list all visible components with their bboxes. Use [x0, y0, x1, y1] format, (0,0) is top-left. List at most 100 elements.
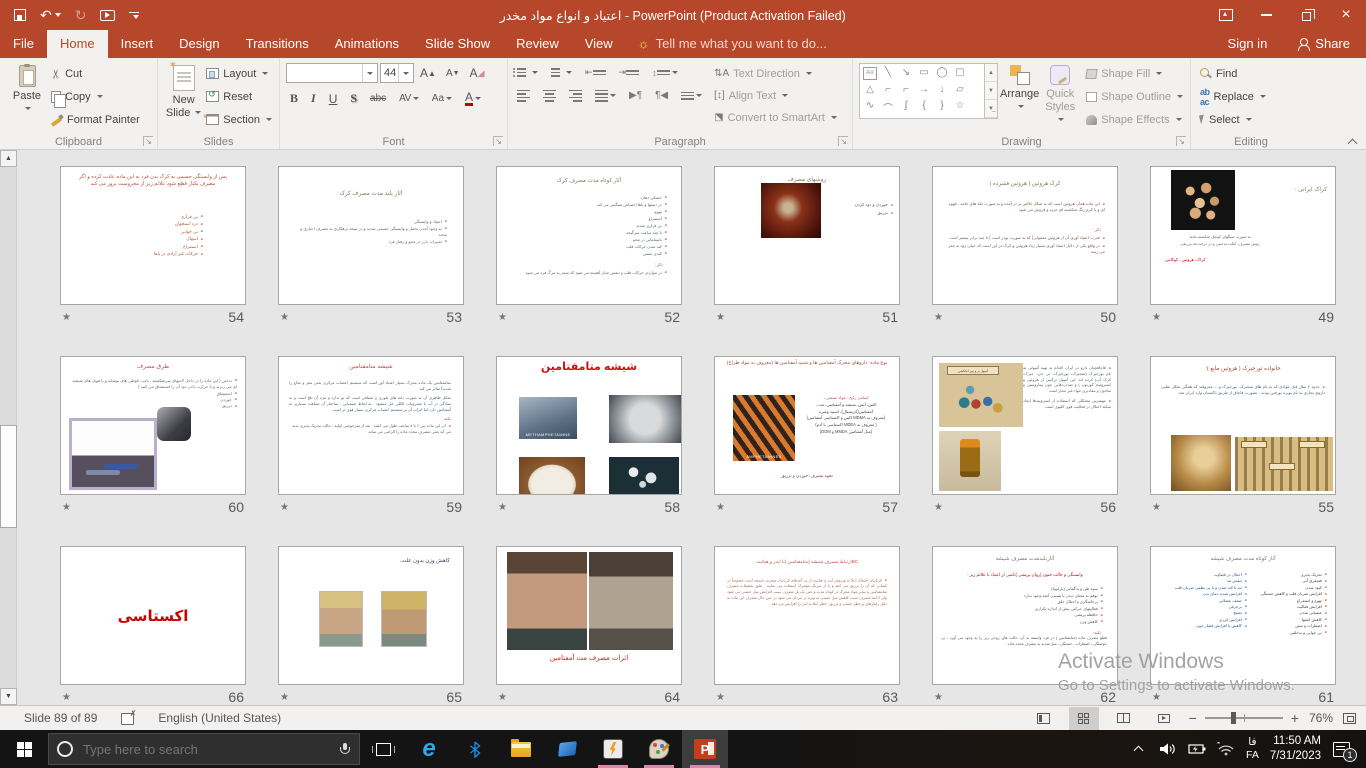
- shape-oval-icon[interactable]: ◯: [935, 67, 949, 80]
- convert-to-smartart-button[interactable]: ⬔Convert to SmartArt: [711, 107, 840, 128]
- slide-thumbnail-65[interactable]: کاهش وزن بدون علت.: [278, 546, 464, 685]
- increase-indent-button[interactable]: ⇥: [616, 65, 643, 80]
- scroll-up-button[interactable]: ▲: [0, 150, 17, 167]
- tab-review[interactable]: Review: [503, 30, 572, 58]
- tab-insert[interactable]: Insert: [108, 30, 167, 58]
- align-left-button[interactable]: [514, 88, 533, 104]
- tab-animations[interactable]: Animations: [322, 30, 412, 58]
- shape-left-brace-icon[interactable]: {: [917, 100, 931, 115]
- slide-thumbnail-61[interactable]: آثار کوتاه مدت مصرف شیشه تحریک پذیریقشقر…: [1150, 546, 1336, 685]
- tab-view[interactable]: View: [572, 30, 626, 58]
- clock[interactable]: 11:50 AM 7/31/2023: [1270, 734, 1321, 764]
- new-slide-button[interactable]: New Slide: [164, 63, 203, 119]
- rtl-direction-button[interactable]: ¶◀: [652, 88, 671, 103]
- paste-button[interactable]: Paste: [6, 63, 48, 115]
- redo-button[interactable]: ↻: [75, 7, 87, 24]
- arrange-button[interactable]: Arrange: [998, 63, 1041, 113]
- spell-check-icon[interactable]: [121, 712, 134, 724]
- italic-button[interactable]: I: [307, 89, 320, 108]
- quick-styles-button[interactable]: Quick Styles: [1041, 63, 1079, 126]
- clear-formatting-button[interactable]: A◢: [466, 64, 489, 82]
- slide-thumbnail-53[interactable]: آثار بلند مدت مصرف کرک اعتیاد و وابستگیب…: [278, 166, 464, 305]
- shape-scribble-icon[interactable]: ∿: [863, 100, 877, 115]
- shape-arc-icon[interactable]: ⌒: [881, 100, 895, 115]
- volume-button[interactable]: [1159, 742, 1177, 756]
- select-button[interactable]: Select: [1197, 109, 1269, 130]
- fit-slide-to-window-button[interactable]: [1343, 713, 1356, 724]
- scroll-down-button[interactable]: ▼: [0, 688, 17, 705]
- slide-thumbnail-64[interactable]: اثرات مصرف مت آمفتامین: [496, 546, 682, 685]
- search-input[interactable]: [81, 741, 332, 758]
- shapes-gallery[interactable]: A≡ ╲ ↘ ▭ ◯ ▢ △ ⌐ ⌐ → ↓ ▱ ∿ ⌒ ∫ { }: [859, 63, 985, 119]
- ltr-direction-button[interactable]: ▶¶: [626, 88, 645, 103]
- undo-button[interactable]: ↶: [40, 7, 61, 24]
- ribbon-display-options-button[interactable]: [1206, 0, 1246, 30]
- edge-taskbar-button[interactable]: e: [406, 730, 452, 768]
- file-explorer-taskbar-button[interactable]: [498, 730, 544, 768]
- shape-elbow-arrow-icon[interactable]: ⌐: [899, 84, 913, 95]
- align-center-button[interactable]: [540, 88, 559, 104]
- slide-thumbnail-56[interactable]: آمپول پر و نور انجکشن قاچاقچیان دارو در …: [932, 356, 1118, 495]
- sign-in-button[interactable]: Sign in: [1214, 30, 1282, 58]
- columns-button[interactable]: [678, 90, 705, 102]
- character-spacing-button[interactable]: AV: [395, 91, 423, 106]
- taskbar-search-box[interactable]: [48, 733, 360, 765]
- bluetooth-taskbar-button[interactable]: [452, 730, 498, 768]
- powerpoint-taskbar-button[interactable]: P: [682, 730, 728, 768]
- zoom-slider[interactable]: [1205, 717, 1283, 719]
- paragraph-dialog-launcher[interactable]: ↘: [838, 136, 848, 146]
- shape-down-arrow-icon[interactable]: ↓: [935, 84, 949, 95]
- shape-arrow-icon[interactable]: ↘: [899, 67, 913, 80]
- task-view-button[interactable]: [360, 730, 406, 768]
- shape-textbox-icon[interactable]: A≡: [863, 67, 877, 80]
- slide-thumbnail-54[interactable]: پس از وابستگی جسمی به کرک بدن فرد به این…: [60, 166, 246, 305]
- shapes-more-button[interactable]: ▼̲: [985, 100, 997, 118]
- tab-transitions[interactable]: Transitions: [233, 30, 322, 58]
- find-button[interactable]: Find: [1197, 63, 1269, 84]
- restore-button[interactable]: [1286, 0, 1326, 30]
- normal-view-button[interactable]: [1029, 707, 1059, 730]
- slide-counter[interactable]: Slide 89 of 89: [24, 711, 97, 725]
- scrollbar-thumb[interactable]: [0, 425, 17, 528]
- slide-thumbnail-55[interactable]: خانواده تورجیزک ( هروئین مایع ): حدود ۴ …: [1150, 356, 1336, 495]
- reading-view-button[interactable]: [1109, 707, 1139, 730]
- zoom-out-button[interactable]: −: [1189, 710, 1197, 726]
- winamp-taskbar-button[interactable]: [590, 730, 636, 768]
- tray-expand-button[interactable]: [1130, 745, 1148, 753]
- align-right-button[interactable]: [566, 88, 585, 104]
- zoom-in-button[interactable]: +: [1291, 710, 1299, 726]
- microphone-icon[interactable]: [340, 743, 349, 756]
- shape-rectangle-icon[interactable]: ▭: [917, 67, 931, 80]
- format-painter-button[interactable]: Format Painter: [48, 109, 143, 130]
- tab-slideshow[interactable]: Slide Show: [412, 30, 503, 58]
- slide-thumbnail-58[interactable]: شیشه متامفتامین METHAMPHETAMINE: [496, 356, 682, 495]
- font-name-combo[interactable]: [286, 63, 378, 83]
- shape-corner-icon[interactable]: ▱: [953, 84, 967, 95]
- tell-me-box[interactable]: ☼Tell me what you want to do...: [626, 30, 839, 58]
- zoom-percentage[interactable]: 76%: [1309, 711, 1333, 725]
- shapes-scroll-down-button[interactable]: ▼: [985, 82, 997, 100]
- shape-outline-button[interactable]: Shape Outline: [1083, 86, 1186, 107]
- drawing-dialog-launcher[interactable]: ↘: [1176, 136, 1186, 146]
- shape-line-icon[interactable]: ╲: [881, 67, 895, 80]
- slide-thumbnail-62[interactable]: آثاربلندمدت مصرف شیشه وابستگی و حالت جنو…: [932, 546, 1118, 685]
- shape-curve-icon[interactable]: ∫: [899, 100, 913, 115]
- text-direction-button[interactable]: ⇅AText Direction: [711, 63, 840, 84]
- replace-button[interactable]: abacReplace: [1197, 86, 1269, 107]
- shape-star-icon[interactable]: ☆: [953, 100, 967, 115]
- shapes-scroll-up-button[interactable]: ▲: [985, 64, 997, 82]
- slide-thumbnail-50[interactable]: کرک هروئین ( هروئین فشرده ) این ماده هما…: [932, 166, 1118, 305]
- slide-thumbnail-60[interactable]: طرق مصرف تدخین ( این ماده را در داخل لام…: [60, 356, 246, 495]
- decrease-indent-button[interactable]: ⇤: [582, 65, 609, 80]
- font-size-combo[interactable]: 44: [380, 63, 414, 83]
- slide-thumbnail-52[interactable]: آثار کوتاه مدت مصرف کرک خشکی دهاندر دسته…: [496, 166, 682, 305]
- clipboard-dialog-launcher[interactable]: ↘: [143, 136, 153, 146]
- justify-button[interactable]: [592, 88, 619, 104]
- slide-thumbnail-63[interactable]: BCارتباط مصرف شیشه (متامفتامین )با ایدز …: [714, 546, 900, 685]
- slide-sorter-view-button[interactable]: [1069, 707, 1099, 730]
- customize-qat-button[interactable]: [129, 12, 139, 19]
- text-shadow-button[interactable]: S: [346, 89, 361, 108]
- action-center-button[interactable]: 1: [1332, 742, 1350, 757]
- wifi-button[interactable]: *: [1217, 742, 1235, 756]
- reset-button[interactable]: Reset: [203, 86, 275, 107]
